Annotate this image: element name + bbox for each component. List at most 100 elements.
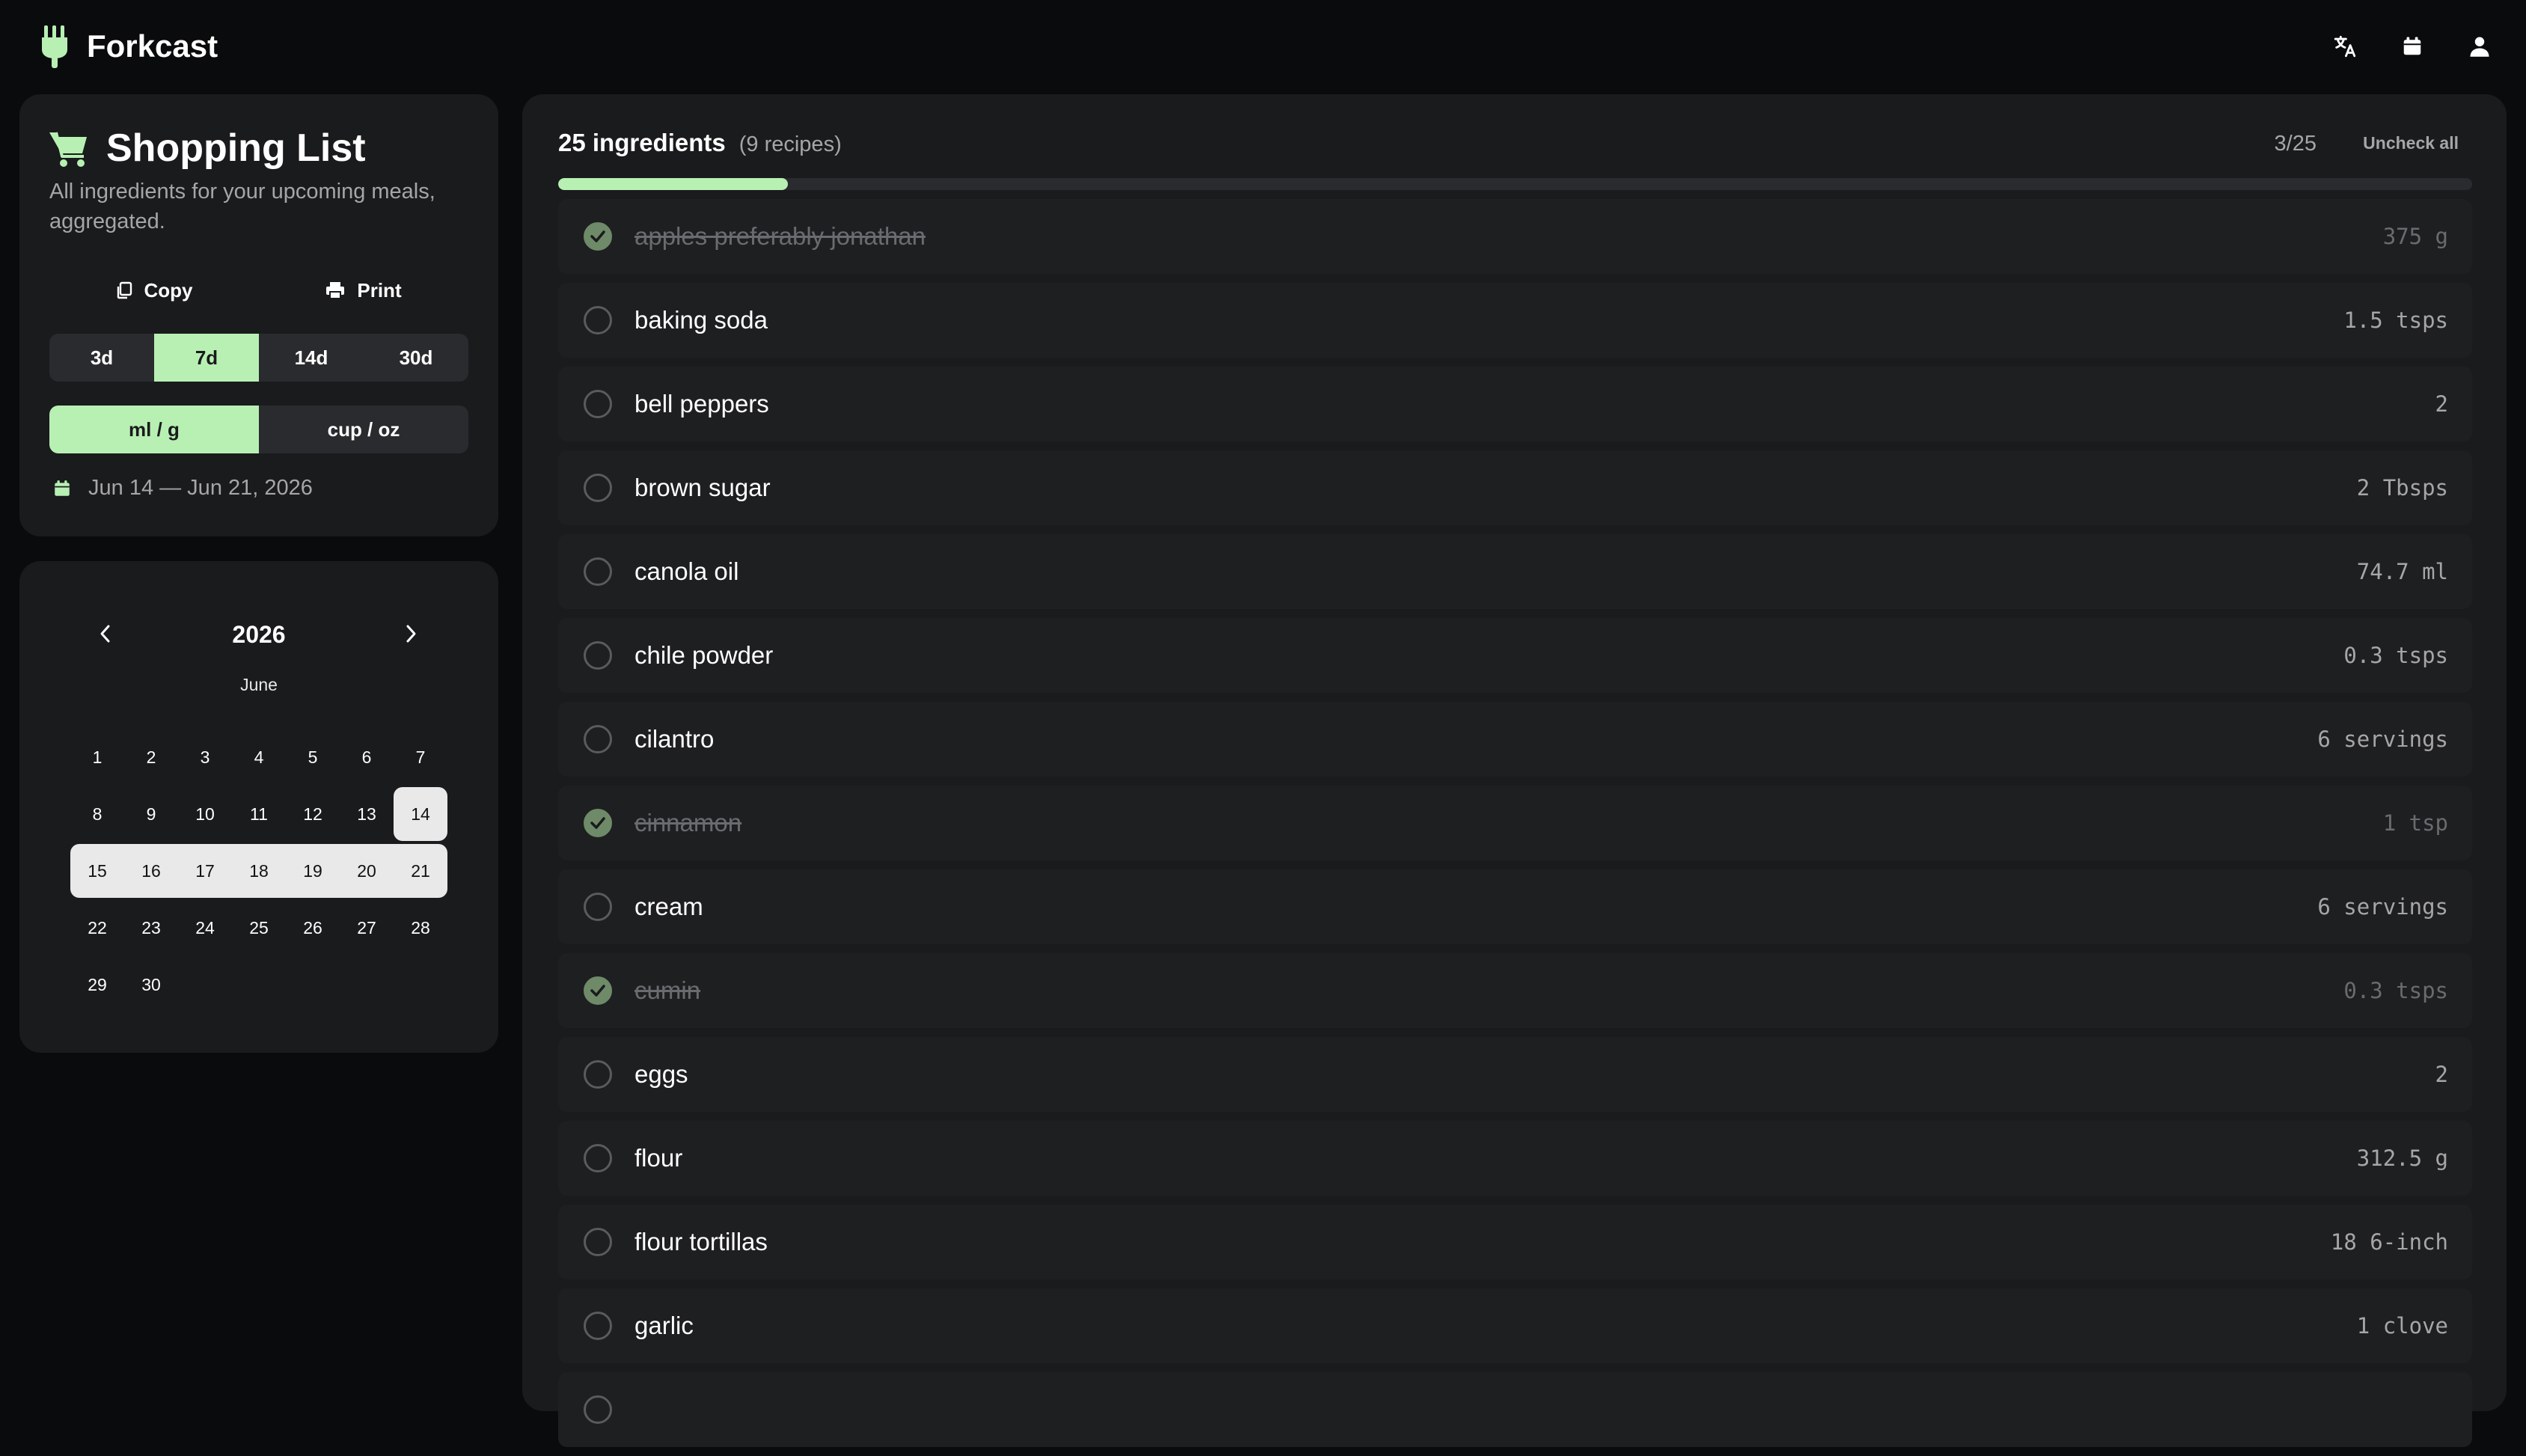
ingredient-row[interactable]: flour tortillas 18 6-inch	[558, 1205, 2472, 1279]
range-14d-button[interactable]: 14d	[259, 334, 364, 382]
calendar-day[interactable]: 15	[70, 844, 124, 898]
calendar-day[interactable]: 20	[340, 844, 394, 898]
calendar-grid: 1 2 3 4 5 6 7 8 9 10 11 12 13 14 15 16 17 18 19 20 21 22 23 24 2…	[70, 730, 447, 1015]
ingredient-name: brown sugar	[634, 474, 771, 501]
ingredient-row[interactable]: cream 6 servings	[558, 869, 2472, 944]
calendar-day[interactable]: 17	[178, 844, 232, 898]
unchecked-circle-icon[interactable]	[584, 557, 612, 586]
ingredient-row[interactable]	[558, 1372, 2472, 1447]
unit-selector: ml / g cup / oz	[49, 406, 468, 453]
print-label: Print	[357, 278, 402, 302]
ingredient-row[interactable]: baking soda 1.5 tsps	[558, 283, 2472, 358]
calendar-day[interactable]: 8	[70, 787, 124, 841]
calendar-day[interactable]: 27	[340, 901, 394, 955]
calendar-day[interactable]: 12	[286, 787, 340, 841]
unit-metric-button[interactable]: ml / g	[49, 406, 259, 453]
ingredient-quantity: 2	[2435, 1062, 2448, 1087]
unchecked-circle-icon[interactable]	[584, 306, 612, 334]
ingredient-row[interactable]: canola oil 74.7 ml	[558, 534, 2472, 609]
calendar-small-icon	[55, 480, 70, 496]
calendar-day[interactable]: 5	[286, 730, 340, 784]
calendar-day[interactable]: 14	[394, 787, 447, 841]
checked-circle-icon[interactable]	[584, 809, 612, 837]
ingredient-row[interactable]: bell peppers 2	[558, 367, 2472, 441]
calendar-day[interactable]: 7	[394, 730, 447, 784]
calendar-day[interactable]: 4	[232, 730, 286, 784]
user-icon[interactable]	[2463, 30, 2496, 63]
ingredient-quantity: 1.5 tsps	[2343, 308, 2448, 333]
ingredient-quantity: 18 6-inch	[2330, 1229, 2448, 1255]
calendar-day[interactable]: 6	[340, 730, 394, 784]
copy-icon	[117, 281, 132, 299]
ingredient-row[interactable]: apples preferably jonathan 375 g	[558, 199, 2472, 274]
ingredient-name: bell peppers	[634, 390, 769, 417]
ingredient-list: apples preferably jonathan 375 g baking so…	[558, 199, 2472, 1456]
calendar-day[interactable]: 30	[124, 958, 178, 1012]
range-7d-button[interactable]: 7d	[154, 334, 259, 382]
calendar-day[interactable]: 13	[340, 787, 394, 841]
ingredient-row[interactable]: garlic 1 clove	[558, 1288, 2472, 1363]
calendar-week: 29 30	[70, 958, 447, 1015]
unchecked-circle-icon[interactable]	[584, 1060, 612, 1089]
calendar-day[interactable]: 16	[124, 844, 178, 898]
range-30d-button[interactable]: 30d	[364, 334, 468, 382]
cart-icon	[49, 132, 87, 167]
calendar-day[interactable]: 11	[232, 787, 286, 841]
ingredient-name: cumin	[634, 976, 701, 1004]
checked-circle-icon[interactable]	[584, 222, 612, 251]
ingredient-quantity: 0.3 tsps	[2343, 978, 2448, 1003]
calendar-day[interactable]: 22	[70, 901, 124, 955]
unchecked-circle-icon[interactable]	[584, 1395, 612, 1424]
calendar-day[interactable]: 19	[286, 844, 340, 898]
ingredient-quantity: 2 Tbsps	[2356, 475, 2448, 501]
calendar-card: 2026 June 1 2 3 4 5 6 7 8 9 10 11 12 13 14 15 16 17 18 19 2…	[19, 561, 498, 1053]
print-icon	[326, 282, 345, 299]
ingredient-name: chile powder	[634, 641, 774, 669]
calendar-day[interactable]: 21	[394, 844, 447, 898]
unchecked-circle-icon[interactable]	[584, 641, 612, 670]
calendar-day[interactable]: 2	[124, 730, 178, 784]
checked-circle-icon[interactable]	[584, 976, 612, 1005]
brand[interactable]: Forkcast	[37, 22, 218, 70]
ingredient-row[interactable]: chile powder 0.3 tsps	[558, 618, 2472, 693]
unchecked-circle-icon[interactable]	[584, 893, 612, 921]
calendar-day[interactable]: 26	[286, 901, 340, 955]
uncheck-all-button[interactable]: Uncheck all	[2363, 133, 2459, 153]
unchecked-circle-icon[interactable]	[584, 725, 612, 753]
next-year-button[interactable]	[392, 615, 429, 652]
range-3d-button[interactable]: 3d	[49, 334, 154, 382]
calendar-day[interactable]: 9	[124, 787, 178, 841]
ingredient-row[interactable]: flour 312.5 g	[558, 1121, 2472, 1196]
calendar-week: 15 16 17 18 19 20 21	[70, 844, 447, 901]
ingredient-quantity: 74.7 ml	[2356, 559, 2448, 584]
print-button[interactable]: Print	[259, 268, 468, 313]
calendar-day[interactable]: 25	[232, 901, 286, 955]
calendar-day[interactable]: 29	[70, 958, 124, 1012]
calendar-week: 22 23 24 25 26 27 28	[70, 901, 447, 958]
unchecked-circle-icon[interactable]	[584, 1144, 612, 1172]
ingredient-quantity: 6 servings	[2317, 894, 2448, 920]
ingredient-row[interactable]: cilantro 6 servings	[558, 702, 2472, 777]
ingredient-quantity: 1 clove	[2356, 1313, 2448, 1339]
ingredient-row[interactable]: brown sugar 2 Tbsps	[558, 450, 2472, 525]
unit-imperial-button[interactable]: cup / oz	[259, 406, 468, 453]
calendar-day[interactable]: 1	[70, 730, 124, 784]
unchecked-circle-icon[interactable]	[584, 390, 612, 418]
calendar-day[interactable]: 24	[178, 901, 232, 955]
ingredient-row[interactable]: cumin 0.3 tsps	[558, 953, 2472, 1028]
calendar-day[interactable]: 18	[232, 844, 286, 898]
calendar-day[interactable]: 10	[178, 787, 232, 841]
unchecked-circle-icon[interactable]	[584, 1312, 612, 1340]
calendar-day[interactable]: 23	[124, 901, 178, 955]
unchecked-circle-icon[interactable]	[584, 1228, 612, 1256]
calendar-day[interactable]: 3	[178, 730, 232, 784]
unchecked-circle-icon[interactable]	[584, 474, 612, 502]
translate-icon[interactable]	[2328, 30, 2361, 63]
ingredient-row[interactable]: cinnamon 1 tsp	[558, 786, 2472, 860]
prev-year-button[interactable]	[87, 615, 124, 652]
date-range: Jun 14 — Jun 21, 2026	[52, 476, 313, 501]
copy-button[interactable]: Copy	[49, 268, 259, 313]
calendar-icon[interactable]	[2396, 30, 2429, 63]
calendar-day[interactable]: 28	[394, 901, 447, 955]
ingredient-row[interactable]: eggs 2	[558, 1037, 2472, 1112]
